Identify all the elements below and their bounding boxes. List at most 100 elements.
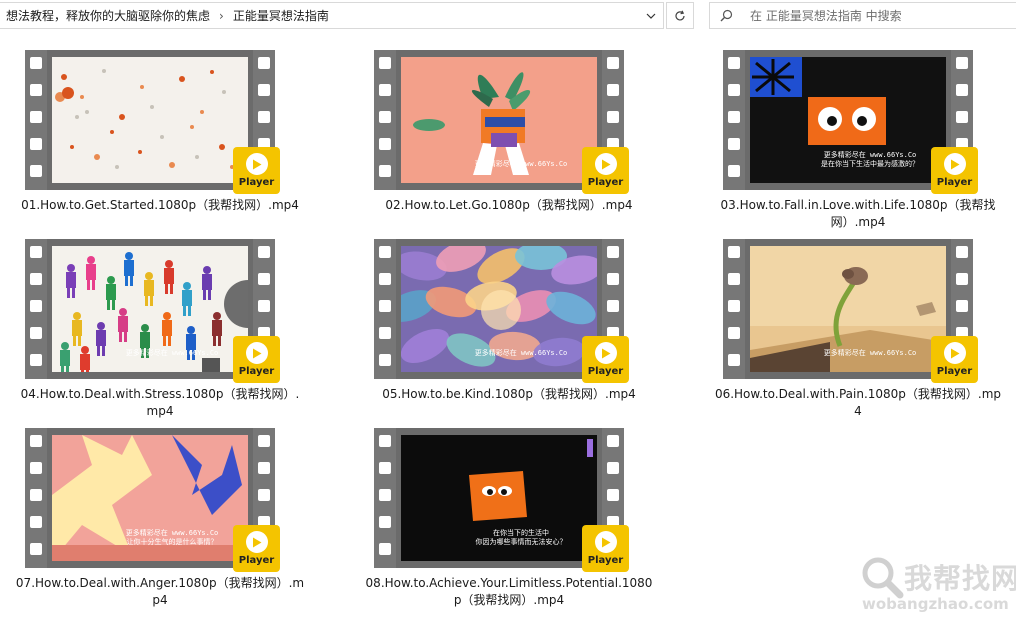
film-sprocket-icon bbox=[30, 516, 42, 528]
film-sprocket-icon bbox=[607, 246, 619, 258]
search-icon bbox=[720, 9, 744, 22]
film-sprocket-icon bbox=[30, 435, 42, 447]
video-thumbnail[interactable]: 更多精彩尽在 www.66Ys.Co 是在你当下生活中最为感激的？ Player bbox=[713, 50, 1003, 194]
file-name[interactable]: 06.How.to.Deal.with.Pain.1080p（我帮找网）.mp4 bbox=[713, 386, 1003, 420]
player-badge: Player bbox=[931, 336, 978, 383]
film-sprocket-icon bbox=[30, 111, 42, 123]
film-sprocket-icon bbox=[379, 543, 391, 555]
video-frame bbox=[52, 57, 248, 183]
film-sprocket-icon bbox=[379, 138, 391, 150]
video-frame: 更多精彩尽在 www.66Ys.Co bbox=[750, 246, 946, 372]
video-caption: 更多精彩尽在 www.66Ys.Co bbox=[474, 160, 568, 168]
player-badge-label: Player bbox=[936, 177, 973, 188]
magnifier-logo-icon bbox=[862, 557, 904, 599]
breadcrumb-separator-icon[interactable]: › bbox=[216, 9, 227, 23]
film-sprocket-icon bbox=[30, 462, 42, 474]
file-name[interactable]: 04.How.to.Deal.with.Stress.1080p（我帮找网）.m… bbox=[15, 386, 305, 420]
film-sprocket-icon bbox=[956, 246, 968, 258]
film-sprocket-icon bbox=[30, 327, 42, 339]
breadcrumb-parent[interactable]: 想法教程，释放你的大脑驱除你的焦虑 bbox=[0, 7, 216, 24]
search-input[interactable]: 在 正能量冥想法指南 中搜索 bbox=[750, 7, 902, 24]
chevron-down-icon[interactable] bbox=[639, 3, 663, 28]
film-sprocket-icon bbox=[30, 300, 42, 312]
film-sprocket-icon bbox=[30, 165, 42, 177]
film-sprocket-icon bbox=[258, 489, 270, 501]
play-icon bbox=[943, 153, 966, 175]
file-item[interactable]: 更多精彩尽在 www.66Ys.Co 让你十分生气的是什么事情？ Player 0… bbox=[15, 428, 305, 618]
video-frame: 更多精彩尽在 www.66Ys.Co 是在你当下生活中最为感激的？ bbox=[750, 57, 946, 183]
file-item[interactable]: 在你当下的生活中 你因为哪些事情而无法安心？ Player 08.How.to.A… bbox=[364, 428, 654, 618]
film-sprocket-icon bbox=[728, 273, 740, 285]
video-thumbnail[interactable]: 更多精彩尽在 www.66Ys.Co Player bbox=[713, 239, 1003, 383]
file-name[interactable]: 05.How.to.be.Kind.1080p（我帮找网）.mp4 bbox=[364, 386, 654, 403]
file-name[interactable]: 01.How.to.Get.Started.1080p（我帮找网）.mp4 bbox=[15, 197, 305, 214]
video-thumbnail[interactable]: 更多精彩尽在 www.66Ys.Co 让你十分生气的是什么事情？ Player bbox=[15, 428, 305, 572]
breadcrumb-current[interactable]: 正能量冥想法指南 bbox=[227, 7, 335, 24]
film-sprocket-icon bbox=[379, 516, 391, 528]
film-sprocket-icon bbox=[607, 84, 619, 96]
film-sprocket-icon bbox=[607, 462, 619, 474]
file-item[interactable]: 更多精彩尽在 www.66Ys.Co Player 05.How.to.be.K… bbox=[364, 239, 654, 429]
address-bar[interactable]: 想法教程，释放你的大脑驱除你的焦虑 › 正能量冥想法指南 bbox=[0, 2, 664, 29]
file-name[interactable]: 07.How.to.Deal.with.Anger.1080p（我帮找网）.mp… bbox=[15, 575, 305, 609]
film-sprocket-icon bbox=[728, 138, 740, 150]
file-name[interactable]: 08.How.to.Achieve.Your.Limitless.Potenti… bbox=[364, 575, 654, 609]
film-sprocket-icon bbox=[956, 273, 968, 285]
file-item[interactable]: 更多精彩尽在 www.66Ys.Co Player 02.How.to.Let.… bbox=[364, 50, 654, 240]
video-thumbnail[interactable]: 更多精彩尽在 www.66Ys.Co Player bbox=[364, 239, 654, 383]
film-sprocket-icon bbox=[607, 111, 619, 123]
film-sprocket-icon bbox=[728, 354, 740, 366]
film-sprocket-icon bbox=[30, 354, 42, 366]
file-name[interactable]: 02.How.to.Let.Go.1080p（我帮找网）.mp4 bbox=[364, 197, 654, 214]
video-thumbnail[interactable]: Player bbox=[15, 50, 305, 194]
film-sprocket-icon bbox=[258, 246, 270, 258]
film-sprocket-icon bbox=[258, 435, 270, 447]
player-badge-label: Player bbox=[587, 366, 624, 377]
player-badge: Player bbox=[582, 336, 629, 383]
file-item[interactable]: Player 01.How.to.Get.Started.1080p（我帮找网）… bbox=[15, 50, 305, 240]
film-sprocket-icon bbox=[956, 111, 968, 123]
watermark: 我帮找网 wobangzhao.com bbox=[846, 551, 1016, 623]
film-sprocket-icon bbox=[379, 273, 391, 285]
player-badge: Player bbox=[233, 147, 280, 194]
film-sprocket-icon bbox=[607, 273, 619, 285]
video-thumbnail[interactable]: 在你当下的生活中 你因为哪些事情而无法安心？ Player bbox=[364, 428, 654, 572]
film-sprocket-icon bbox=[607, 489, 619, 501]
video-caption: 更多精彩尽在 www.66Ys.Co bbox=[474, 349, 568, 357]
video-thumbnail[interactable]: 更多精彩尽在 www.66Ys.Co Player bbox=[364, 50, 654, 194]
film-sprocket-icon bbox=[258, 57, 270, 69]
play-icon bbox=[943, 342, 966, 364]
film-sprocket-icon bbox=[728, 246, 740, 258]
video-caption: 更多精彩尽在 www.66Ys.Co bbox=[125, 349, 219, 357]
film-sprocket-icon bbox=[956, 57, 968, 69]
player-badge-label: Player bbox=[587, 177, 624, 188]
film-sprocket-icon bbox=[379, 300, 391, 312]
player-badge: Player bbox=[582, 147, 629, 194]
play-icon bbox=[594, 153, 617, 175]
player-badge: Player bbox=[233, 525, 280, 572]
video-caption: 更多精彩尽在 www.66Ys.Co bbox=[823, 349, 917, 357]
film-sprocket-icon bbox=[607, 435, 619, 447]
film-sprocket-icon bbox=[728, 111, 740, 123]
file-item[interactable]: 更多精彩尽在 www.66Ys.Co 是在你当下生活中最为感激的？ Player … bbox=[713, 50, 1003, 240]
video-thumbnail[interactable]: 更多精彩尽在 www.66Ys.Co Player bbox=[15, 239, 305, 383]
film-sprocket-icon bbox=[607, 57, 619, 69]
film-sprocket-icon bbox=[30, 138, 42, 150]
film-sprocket-icon bbox=[379, 246, 391, 258]
search-box[interactable]: 在 正能量冥想法指南 中搜索 bbox=[709, 2, 1016, 29]
play-icon bbox=[245, 531, 268, 553]
file-name[interactable]: 03.How.to.Fall.in.Love.with.Life.1080p（我… bbox=[713, 197, 1003, 231]
watermark-url: wobangzhao.com bbox=[862, 595, 1009, 613]
file-item[interactable]: 更多精彩尽在 www.66Ys.Co Player 04.How.to.Deal… bbox=[15, 239, 305, 429]
film-sprocket-icon bbox=[379, 462, 391, 474]
film-sprocket-icon bbox=[728, 57, 740, 69]
film-sprocket-icon bbox=[607, 300, 619, 312]
file-item[interactable]: 更多精彩尽在 www.66Ys.Co Player 06.How.to.Deal… bbox=[713, 239, 1003, 429]
film-sprocket-icon bbox=[379, 435, 391, 447]
player-badge: Player bbox=[582, 525, 629, 572]
refresh-button[interactable] bbox=[666, 2, 694, 29]
video-frame: 更多精彩尽在 www.66Ys.Co bbox=[52, 246, 248, 372]
refresh-icon bbox=[675, 10, 685, 20]
film-sprocket-icon bbox=[379, 84, 391, 96]
film-sprocket-icon bbox=[30, 246, 42, 258]
